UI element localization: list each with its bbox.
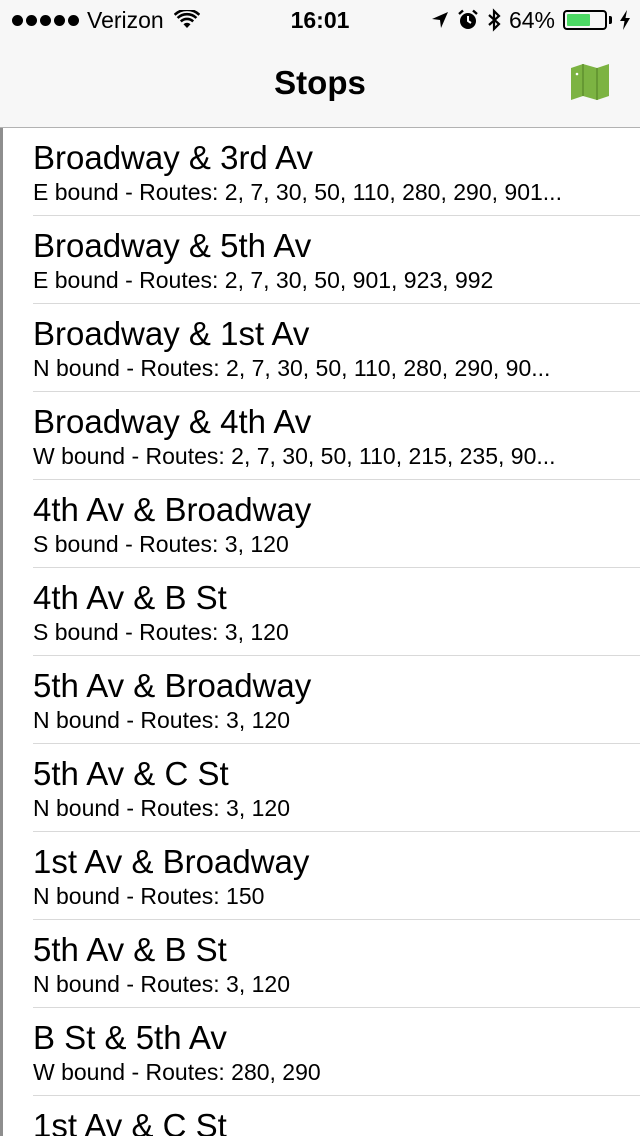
stop-routes: N bound - Routes: 2, 7, 30, 50, 110, 280… (33, 355, 551, 381)
stop-row[interactable]: Broadway & 1st Av N bound - Routes: 2, 7,… (3, 304, 640, 392)
stop-routes: S bound - Routes: 3, 120 (33, 619, 289, 645)
stop-routes: E bound - Routes: 2, 7, 30, 50, 901, 923… (33, 267, 494, 293)
battery-icon (563, 10, 607, 30)
stop-row[interactable]: 1st Av & C St (3, 1096, 640, 1136)
stop-row[interactable]: 4th Av & B St S bound - Routes: 3, 120 (3, 568, 640, 656)
stop-name: 1st Av & Broadway (33, 843, 310, 880)
stop-row[interactable]: B St & 5th Av W bound - Routes: 280, 290 (3, 1008, 640, 1096)
battery-level-fill (567, 14, 590, 26)
location-arrow-icon (431, 12, 448, 28)
stop-routes: E bound - Routes: 2, 7, 30, 50, 110, 280… (33, 179, 562, 205)
stop-row[interactable]: 5th Av & Broadway N bound - Routes: 3, 12… (3, 656, 640, 744)
stop-row[interactable]: Broadway & 3rd Av E bound - Routes: 2, 7,… (3, 128, 640, 216)
stop-routes: N bound - Routes: 3, 120 (33, 971, 290, 997)
battery-tip (609, 16, 612, 24)
stop-name: B St & 5th Av (33, 1019, 227, 1056)
stop-name: Broadway & 3rd Av (33, 139, 314, 176)
stop-name: Broadway & 5th Av (33, 227, 312, 264)
stop-routes: W bound - Routes: 280, 290 (33, 1059, 321, 1085)
stop-name: 5th Av & B St (33, 931, 227, 968)
stop-name: Broadway & 1st Av (33, 315, 310, 352)
bluetooth-icon (488, 8, 501, 32)
stop-routes: S bound - Routes: 3, 120 (33, 531, 289, 557)
stop-name: 4th Av & Broadway (33, 491, 312, 528)
stop-row[interactable]: Broadway & 4th Av W bound - Routes: 2, 7,… (3, 392, 640, 480)
stop-name: Broadway & 4th Av (33, 403, 312, 440)
stop-row[interactable]: 4th Av & Broadway S bound - Routes: 3, 12… (3, 480, 640, 568)
page-title: Stops (274, 64, 366, 101)
stop-row[interactable]: 1st Av & Broadway N bound - Routes: 150 (3, 832, 640, 920)
charging-bolt-icon (620, 10, 630, 30)
stop-name: 5th Av & C St (33, 755, 229, 792)
stop-name: 5th Av & Broadway (33, 667, 312, 704)
stop-name: 1st Av & C St (33, 1107, 227, 1136)
battery-percent: 64% (508, 6, 555, 33)
stop-routes: N bound - Routes: 3, 120 (33, 707, 290, 733)
stop-routes: W bound - Routes: 2, 7, 30, 50, 110, 215… (33, 443, 556, 469)
map-icon[interactable] (570, 64, 610, 100)
stop-row[interactable]: 5th Av & C St N bound - Routes: 3, 120 (3, 744, 640, 832)
stop-name: 4th Av & B St (33, 579, 227, 616)
stop-routes: N bound - Routes: 150 (33, 883, 265, 909)
status-right: 64% (431, 6, 630, 34)
stops-list[interactable]: Broadway & 3rd Av E bound - Routes: 2, 7,… (0, 128, 640, 1136)
stop-row[interactable]: 5th Av & B St N bound - Routes: 3, 120 (3, 920, 640, 1008)
navigation-bar: Stops (0, 40, 640, 128)
stop-row[interactable]: Broadway & 5th Av E bound - Routes: 2, 7,… (3, 216, 640, 304)
stop-routes: N bound - Routes: 3, 120 (33, 795, 290, 821)
status-bar: Verizon 16:01 64% (0, 0, 640, 40)
alarm-icon (458, 9, 478, 29)
